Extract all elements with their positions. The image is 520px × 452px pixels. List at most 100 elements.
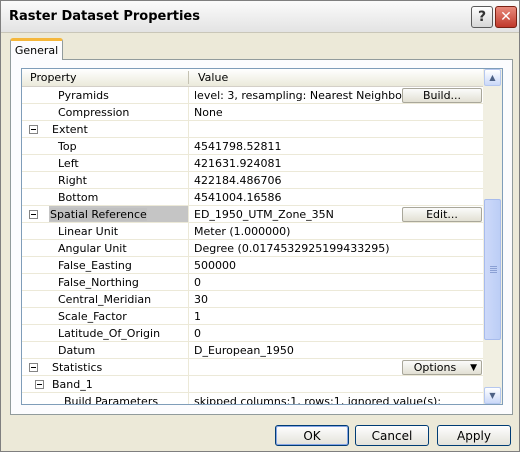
property-value[interactable]: None — [194, 106, 223, 119]
dropdown-arrow-icon: ▼ — [470, 363, 477, 373]
column-divider — [188, 172, 189, 189]
grid-row[interactable]: Compression None — [22, 104, 483, 121]
property-value[interactable]: 500000 — [194, 259, 236, 272]
vertical-scrollbar[interactable]: ▲ ▼ — [483, 69, 502, 404]
grid-row[interactable]: Datum D_European_1950 — [22, 342, 483, 359]
grip-icon — [490, 266, 497, 273]
grid-row[interactable]: Spatial Reference ED_1950_UTM_Zone_35N Edi… — [22, 206, 483, 223]
options-dropdown-button[interactable]: Options ▼ — [402, 360, 482, 375]
property-value[interactable]: 30 — [194, 293, 208, 306]
grid-row[interactable]: Latitude_Of_Origin 0 — [22, 325, 483, 342]
column-divider — [188, 325, 189, 342]
column-divider — [188, 121, 189, 138]
grid-row[interactable]: Build Parameters skipped columns:1, rows:… — [22, 393, 483, 404]
close-icon: ✕ — [500, 9, 512, 25]
column-divider — [188, 359, 189, 376]
property-value[interactable]: level: 3, resampling: Nearest Neighbor — [194, 89, 406, 102]
property-name: Right — [58, 174, 87, 187]
scroll-up-arrow-icon[interactable]: ▲ — [484, 69, 501, 86]
grid-row[interactable]: Bottom 4541004.16586 — [22, 189, 483, 206]
property-value[interactable]: 0 — [194, 276, 201, 289]
grid-row[interactable]: Left 421631.924081 — [22, 155, 483, 172]
help-button[interactable]: ? — [471, 6, 493, 28]
property-value[interactable]: 4541798.52811 — [194, 140, 281, 153]
column-divider — [188, 155, 189, 172]
column-divider — [188, 104, 189, 121]
column-divider — [188, 223, 189, 240]
column-divider[interactable] — [188, 71, 189, 84]
property-grid: Property Value Pyramids level: 3, resampl… — [21, 68, 503, 405]
property-name: Scale_Factor — [58, 310, 127, 323]
column-divider — [188, 291, 189, 308]
property-name: Datum — [58, 344, 96, 357]
collapse-minus-icon[interactable] — [35, 380, 44, 389]
property-value[interactable]: Meter (1.000000) — [194, 225, 290, 238]
grid-row[interactable]: Right 422184.486706 — [22, 172, 483, 189]
column-divider — [188, 342, 189, 359]
collapse-minus-icon[interactable] — [29, 363, 38, 372]
grid-row[interactable]: Top 4541798.52811 — [22, 138, 483, 155]
property-column-header[interactable]: Property — [30, 71, 77, 84]
property-name: Central_Meridian — [58, 293, 152, 306]
column-divider — [188, 376, 189, 393]
apply-button[interactable]: Apply — [437, 425, 511, 446]
column-divider — [188, 257, 189, 274]
scrollbar-thumb[interactable] — [484, 199, 501, 340]
tab-general-label: General — [14, 44, 59, 57]
property-name: Spatial Reference — [50, 208, 147, 221]
close-button[interactable]: ✕ — [495, 6, 517, 28]
grid-row[interactable]: Statistics Options ▼ — [22, 359, 483, 376]
property-value[interactable]: 4541004.16586 — [194, 191, 281, 204]
column-divider — [188, 189, 189, 206]
title-bar[interactable]: Raster Dataset Properties ? ✕ — [1, 1, 519, 33]
grid-row[interactable]: Pyramids level: 3, resampling: Nearest Ne… — [22, 87, 483, 104]
collapse-minus-icon[interactable] — [29, 125, 38, 134]
grid-row[interactable]: False_Easting 500000 — [22, 257, 483, 274]
help-icon: ? — [477, 9, 487, 25]
grid-row[interactable]: Extent — [22, 121, 483, 138]
property-value[interactable]: D_European_1950 — [194, 344, 294, 357]
property-name: Left — [58, 157, 79, 170]
value-column-header[interactable]: Value — [198, 71, 228, 84]
property-value[interactable]: 0 — [194, 327, 201, 340]
cancel-button[interactable]: Cancel — [355, 425, 429, 446]
column-divider — [188, 393, 189, 404]
property-name: Compression — [58, 106, 130, 119]
grid-row[interactable]: Angular Unit Degree (0.017453292519943329… — [22, 240, 483, 257]
property-name: Bottom — [58, 191, 99, 204]
grid-row[interactable]: Band_1 — [22, 376, 483, 393]
column-divider — [188, 308, 189, 325]
property-name: Band_1 — [52, 378, 93, 391]
column-divider — [188, 206, 189, 223]
property-name: False_Easting — [58, 259, 132, 272]
edit-button[interactable]: Edit... — [402, 207, 482, 222]
property-value[interactable]: 421631.924081 — [194, 157, 281, 170]
grid-row[interactable]: Linear Unit Meter (1.000000) — [22, 223, 483, 240]
column-divider — [188, 240, 189, 257]
property-name: Statistics — [52, 361, 103, 374]
ok-button[interactable]: OK — [275, 425, 349, 446]
raster-dataset-properties-dialog: Raster Dataset Properties ? ✕ General Pr… — [0, 0, 520, 452]
property-value[interactable]: Degree (0.0174532925199433295) — [194, 242, 390, 255]
cell-button-label: Edit... — [426, 208, 458, 221]
column-divider — [188, 138, 189, 155]
grid-row[interactable]: False_Northing 0 — [22, 274, 483, 291]
collapse-minus-icon[interactable] — [29, 210, 38, 219]
property-value[interactable]: skipped columns:1, rows:1, ignored value… — [194, 395, 441, 404]
property-name: False_Northing — [58, 276, 139, 289]
grid-row[interactable]: Central_Meridian 30 — [22, 291, 483, 308]
tab-general[interactable]: General — [10, 38, 63, 60]
property-name: Latitude_Of_Origin — [58, 327, 161, 340]
scroll-down-arrow-icon[interactable]: ▼ — [484, 387, 501, 404]
column-divider — [188, 87, 189, 104]
property-value[interactable]: 422184.486706 — [194, 174, 281, 187]
property-name: Linear Unit — [58, 225, 119, 238]
property-value[interactable]: ED_1950_UTM_Zone_35N — [194, 208, 334, 221]
property-name: Pyramids — [58, 89, 109, 102]
window-title: Raster Dataset Properties — [9, 9, 200, 24]
grid-row[interactable]: Scale_Factor 1 — [22, 308, 483, 325]
build-button[interactable]: Build... — [402, 88, 482, 103]
property-value[interactable]: 1 — [194, 310, 201, 323]
cell-button-label: Options — [413, 361, 457, 374]
property-name: Extent — [52, 123, 88, 136]
